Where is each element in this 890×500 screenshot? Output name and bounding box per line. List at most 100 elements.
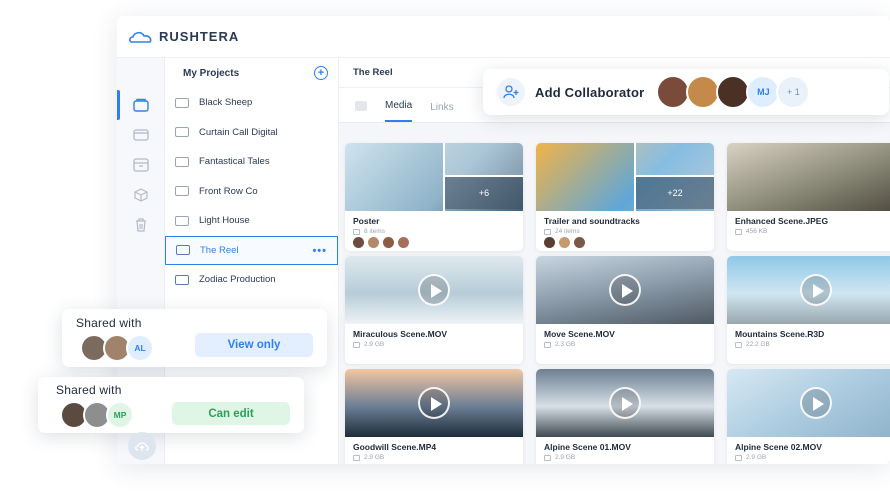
projects-header: My Projects + — [165, 58, 338, 88]
media-size: 456 KB — [746, 228, 768, 235]
folder-icon — [175, 215, 189, 226]
media-size: 2.9 GB — [364, 341, 385, 348]
project-item[interactable]: Zodiac Production — [165, 265, 338, 295]
folder-card[interactable]: +6 Poster 8 items — [345, 143, 523, 251]
media-name: Enhanced Scene.JPEG — [735, 216, 829, 226]
media-size: 2.9 GB — [746, 454, 767, 461]
avatar[interactable] — [686, 75, 721, 109]
media-meta: 2.9 GB — [735, 454, 766, 461]
projects-title: My Projects — [183, 67, 240, 79]
media-card[interactable]: Move Scene.MOV 2.3 GB — [536, 256, 714, 364]
file-icon — [544, 341, 551, 348]
tab-media[interactable]: Media — [385, 100, 413, 122]
avatar-initials[interactable]: MJ — [746, 75, 781, 109]
avatar — [353, 237, 364, 248]
thumbnail — [345, 369, 523, 437]
rail-active-indicator — [117, 90, 120, 120]
view-toggle[interactable] — [355, 101, 367, 111]
avatar[interactable] — [716, 75, 751, 109]
media-name: Alpine Scene 01.MOV — [544, 442, 631, 452]
thumbnail — [536, 256, 714, 324]
media-name: Poster — [353, 216, 380, 226]
thumbnail: +6 — [345, 143, 523, 211]
folder-icon — [175, 186, 189, 197]
folder-card[interactable]: +22 Trailer and soundtracks 24 items — [536, 143, 714, 251]
project-item[interactable]: Curtain Call Digital — [165, 118, 338, 148]
avatar — [544, 237, 555, 248]
thumbnail — [727, 256, 890, 324]
folder-icon[interactable] — [133, 128, 149, 142]
media-size: 8 items — [364, 228, 385, 235]
project-item[interactable]: Front Row Co — [165, 177, 338, 207]
project-label: Black Sheep — [199, 97, 253, 109]
file-icon — [735, 454, 742, 461]
project-label: Front Row Co — [199, 185, 258, 197]
add-user-icon[interactable] — [497, 78, 525, 106]
view-only-button[interactable]: View only — [195, 333, 313, 357]
play-icon[interactable] — [418, 274, 450, 306]
folder-icon — [175, 156, 189, 167]
avatar — [383, 237, 394, 248]
tab-links[interactable]: Links — [430, 102, 453, 122]
add-project-button[interactable]: + — [314, 66, 328, 80]
play-icon[interactable] — [418, 387, 450, 419]
shared-folder-icon — [176, 245, 190, 256]
media-card[interactable]: Enhanced Scene.JPEG 456 KB — [727, 143, 890, 251]
thumbnail — [727, 369, 890, 437]
media-card[interactable]: Mountains Scene.R3D 22.2 GB — [727, 256, 890, 364]
more-options-icon[interactable]: ••• — [312, 245, 327, 257]
project-item[interactable]: Black Sheep — [165, 88, 338, 118]
thumbnail — [727, 143, 890, 211]
folder-icon — [175, 97, 189, 108]
media-card[interactable]: Goodwill Scene.MP4 2.9 GB — [345, 369, 523, 464]
play-icon[interactable] — [800, 387, 832, 419]
logo[interactable]: RUSHTERA — [129, 29, 239, 44]
archive-icon[interactable] — [133, 158, 149, 172]
media-card[interactable]: Alpine Scene 01.MOV 2.9 GB — [536, 369, 714, 464]
project-label: The Reel — [200, 244, 239, 256]
trash-icon[interactable] — [133, 218, 149, 232]
media-meta: 2.9 GB — [353, 341, 384, 348]
media-size: 2.9 GB — [555, 454, 576, 461]
media-card[interactable]: Alpine Scene 02.MOV 2.9 GB — [727, 369, 890, 464]
media-meta: 2.9 GB — [544, 454, 575, 461]
media-size: 2.3 GB — [555, 341, 576, 348]
project-item[interactable]: Light House — [165, 206, 338, 236]
avatar — [574, 237, 585, 248]
thumbnail — [345, 256, 523, 324]
top-bar: RUSHTERA — [117, 16, 890, 58]
shared-view-card: Shared with AL View only — [62, 309, 327, 367]
more-collaborators-badge[interactable]: + 1 — [776, 75, 811, 109]
play-icon[interactable] — [609, 274, 641, 306]
folder-icon — [175, 127, 189, 138]
folder-avatars — [544, 237, 585, 248]
folder-avatars — [353, 237, 409, 248]
project-label: Light House — [199, 215, 250, 227]
can-edit-button[interactable]: Can edit — [172, 402, 290, 425]
project-item[interactable]: Fantastical Tales — [165, 147, 338, 177]
file-icon — [735, 228, 742, 235]
cube-icon[interactable] — [133, 188, 149, 202]
project-list: Black Sheep Curtain Call Digital Fantastic… — [165, 88, 338, 295]
main-area: The Reel Media Links +6 Poster 8 items +22 T… — [339, 58, 890, 464]
shared-edit-title: Shared with — [56, 383, 122, 397]
avatar-initials: AL — [126, 334, 154, 362]
media-card[interactable]: Miraculous Scene.MOV 2.9 GB — [345, 256, 523, 364]
brand-name: RUSHTERA — [159, 29, 240, 44]
shared-folder-icon — [175, 274, 189, 285]
play-icon[interactable] — [609, 387, 641, 419]
file-icon — [735, 341, 742, 348]
media-meta: 2.9 GB — [353, 454, 384, 461]
media-name: Alpine Scene 02.MOV — [735, 442, 822, 452]
projects-icon[interactable] — [133, 98, 149, 112]
upload-icon[interactable] — [128, 432, 156, 460]
shared-edit-card: Shared with MP Can edit — [38, 377, 304, 433]
media-meta: 8 items — [353, 228, 385, 235]
avatar[interactable] — [656, 75, 691, 109]
project-label: Zodiac Production — [199, 274, 276, 286]
media-name: Miraculous Scene.MOV — [353, 329, 447, 339]
media-meta: 2.3 GB — [544, 341, 575, 348]
project-item[interactable]: The Reel ••• — [165, 235, 338, 265]
add-collaborator-button[interactable]: Add Collaborator — [535, 85, 644, 100]
play-icon[interactable] — [800, 274, 832, 306]
